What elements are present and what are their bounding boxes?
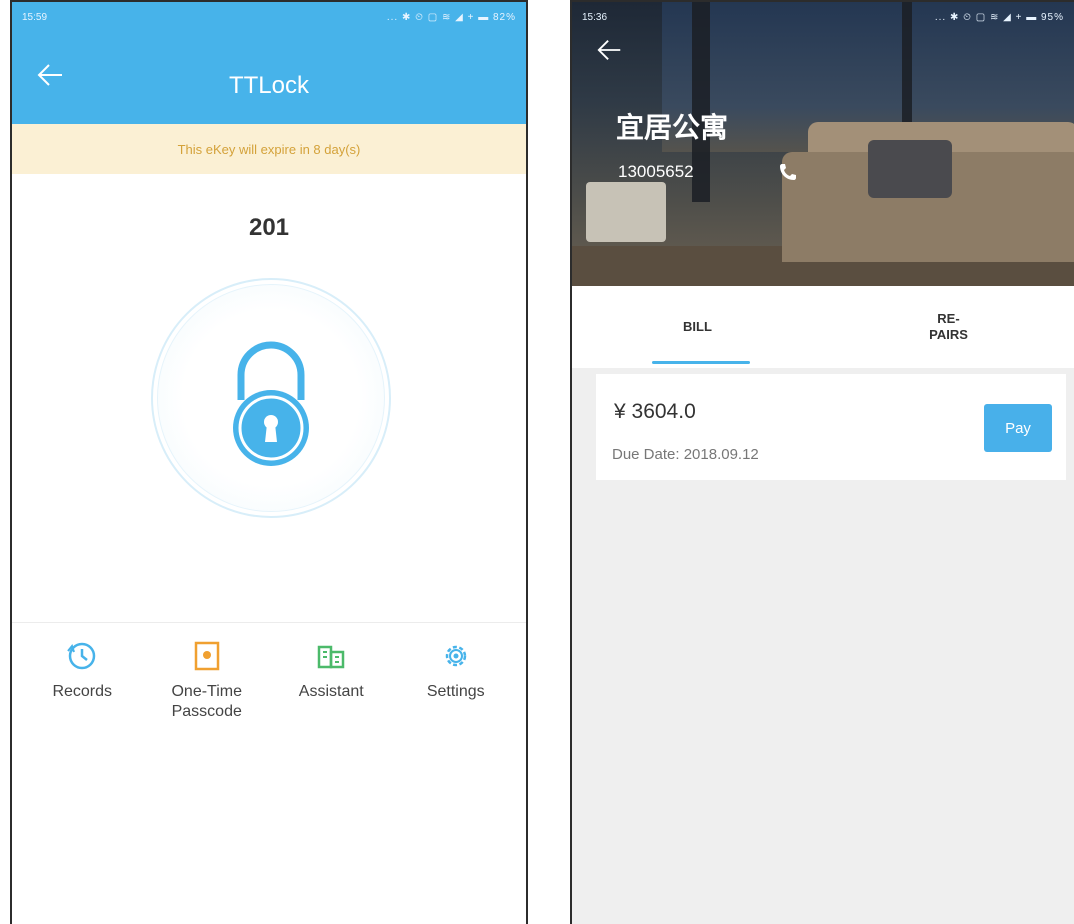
action-label: Assistant — [298, 683, 364, 700]
tab-bill[interactable]: BILL — [572, 286, 823, 368]
status-time: 15:59 — [22, 11, 48, 23]
hero-cushion — [868, 140, 952, 198]
status-icons: ... ✱ ⏲ ▢ ≋ ◢ + ▬ 82% — [386, 11, 516, 23]
bill-card: ¥ 3604.0 Due Date: 2018.09.12 Pay — [596, 374, 1066, 480]
action-label: Records — [52, 683, 113, 700]
passcode-icon — [194, 641, 219, 671]
one-time-passcode-button[interactable]: One-Time Passcode — [148, 634, 266, 722]
status-bar: 15:36 ... ✱ ⏲ ▢ ≋ ◢ + ▬ 95% — [572, 2, 1074, 32]
tab-bar: BILL RE- PAIRS — [572, 286, 1074, 368]
action-bar: Records One-Time Passcode Assistant Sett… — [12, 634, 526, 722]
divider — [12, 622, 526, 623]
hero-pillar — [692, 2, 710, 202]
ttlock-screen: 15:59 ... ✱ ⏲ ▢ ≋ ◢ + ▬ 82% TTLock This … — [10, 0, 528, 924]
apartment-phone: 13005652 — [618, 162, 694, 181]
padlock-icon — [233, 341, 309, 466]
status-time: 15:36 — [582, 11, 608, 23]
app-header: 15:59 ... ✱ ⏲ ▢ ≋ ◢ + ▬ 82% TTLock — [12, 2, 526, 124]
assistant-button[interactable]: Assistant — [272, 634, 390, 722]
unlock-button[interactable] — [151, 278, 391, 518]
phone-icon[interactable] — [778, 162, 798, 187]
status-bar: 15:59 ... ✱ ⏲ ▢ ≋ ◢ + ▬ 82% — [12, 2, 526, 32]
building-icon — [318, 645, 345, 669]
action-label: Settings — [426, 683, 485, 700]
apartment-screen: 15:36 ... ✱ ⏲ ▢ ≋ ◢ + ▬ 95% 宜居公寓 1300565… — [570, 0, 1074, 924]
arrow-left-icon[interactable] — [596, 36, 624, 72]
action-label: One-Time Passcode — [171, 683, 243, 720]
page-title: TTLock — [228, 72, 309, 99]
tab-repairs[interactable]: RE- PAIRS — [823, 286, 1074, 368]
gear-icon — [445, 645, 466, 667]
settings-button[interactable]: Settings — [397, 634, 515, 722]
bill-amount: ¥ 3604.0 — [614, 400, 696, 423]
bill-due-date: Due Date: 2018.09.12 — [612, 446, 759, 463]
lock-name: 201 — [248, 214, 290, 241]
records-button[interactable]: Records — [23, 634, 141, 722]
apartment-hero-image: 15:36 ... ✱ ⏲ ▢ ≋ ◢ + ▬ 95% 宜居公寓 1300565… — [572, 2, 1074, 286]
pay-button[interactable]: Pay — [984, 404, 1052, 452]
hero-chair — [586, 182, 666, 242]
active-tab-indicator — [652, 361, 750, 364]
clock-icon — [67, 642, 96, 670]
status-icons: ... ✱ ⏲ ▢ ≋ ◢ + ▬ 95% — [934, 11, 1064, 23]
expiry-banner: This eKey will expire in 8 day(s) — [12, 124, 526, 174]
apartment-name: 宜居公寓 — [616, 112, 729, 143]
